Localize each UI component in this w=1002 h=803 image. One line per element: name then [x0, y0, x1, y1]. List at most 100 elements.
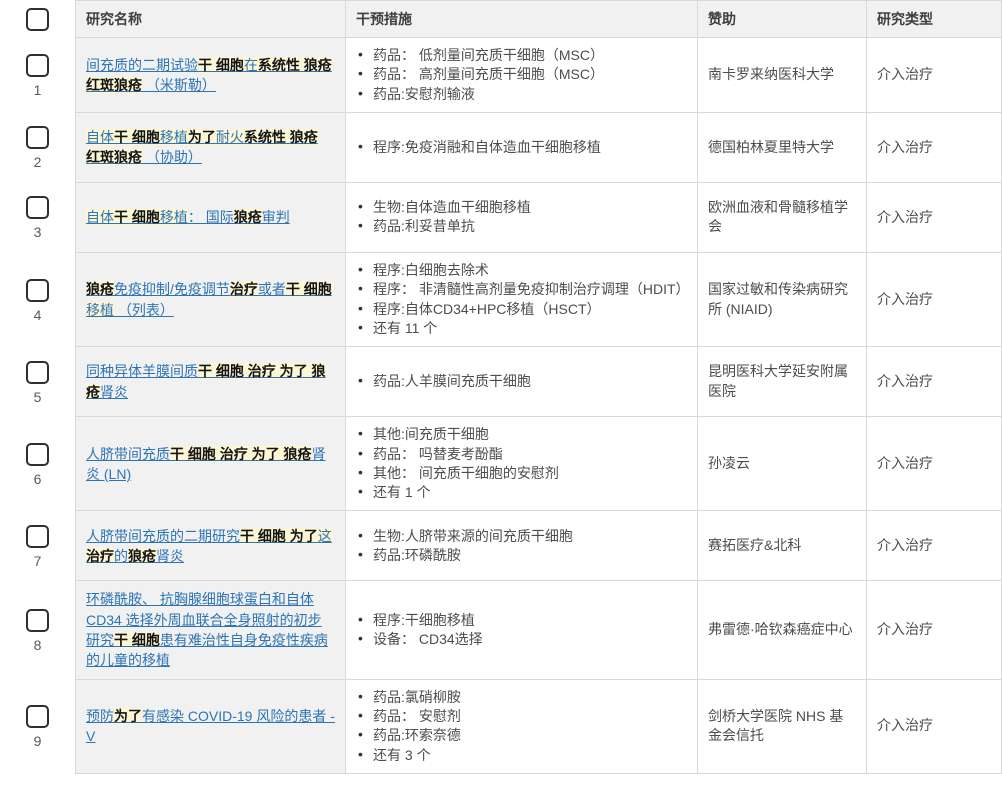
row-number: 4	[34, 308, 42, 322]
row-checkbox[interactable]	[26, 609, 49, 632]
row-checkbox[interactable]	[26, 126, 49, 149]
interventions-cell: 药品： 低剂量间充质干细胞（MSC）药品： 高剂量间充质干细胞（MSC）药品:安…	[345, 38, 697, 113]
study-title-link[interactable]: 预防为了有感染 COVID-19 风险的患者 -V	[86, 706, 335, 747]
sponsor-name: 赛拓医疗&北科	[708, 536, 801, 556]
title-text: 在	[244, 57, 258, 73]
intervention-item: 生物:人脐带来源的间充质干细胞	[356, 527, 573, 546]
select-all-checkbox[interactable]	[26, 8, 49, 31]
select-all-cell	[0, 0, 75, 38]
table-row: 3 自体干 细胞移植： 国际狼疮审判 生物:自体造血干细胞移植药品:利妥昔单抗欧洲血…	[0, 183, 1002, 253]
study-title-link[interactable]: 狼疮免疫抑制/免疫调节治疗或者干 细胞移植 （列表）	[86, 279, 335, 320]
row-number: 8	[34, 638, 42, 652]
intervention-item: 药品:环磷酰胺	[356, 546, 573, 565]
highlighted-term: 干 细胞	[114, 129, 160, 145]
study-type: 介入治疗	[877, 454, 933, 474]
intervention-item: 程序:干细胞移植	[356, 611, 483, 630]
column-header-study-name: 研究名称	[75, 0, 345, 38]
row-select-cell: 8	[0, 581, 75, 679]
interventions-cell: 其他:间充质干细胞药品： 吗替麦考酚酯其他： 间充质干细胞的安慰剂还有 1 个	[345, 417, 697, 511]
title-text: 同种异体羊膜间质	[86, 363, 198, 379]
title-text: （协助）	[142, 149, 202, 165]
study-title-link[interactable]: 环磷酰胺、 抗胸腺细胞球蛋白和自体 CD34 选择外周血联合全身照射的初步研究干…	[86, 589, 335, 670]
interventions-list: 药品:人羊膜间充质干细胞	[356, 372, 531, 391]
intervention-item: 药品:环索奈德	[356, 726, 461, 745]
intervention-item: 还有 11 个	[356, 319, 687, 338]
study-type: 介入治疗	[877, 372, 933, 392]
interventions-cell: 药品:氯硝柳胺药品： 安慰剂药品:环索奈德还有 3 个	[345, 680, 697, 774]
title-text: 免疫抑制/免疫调节	[114, 281, 230, 297]
intervention-item: 其他： 间充质干细胞的安慰剂	[356, 464, 559, 483]
intervention-item: 药品： 安慰剂	[356, 707, 461, 726]
sponsor-cell: 赛拓医疗&北科	[697, 511, 866, 581]
title-text: ： 国际	[188, 209, 234, 225]
intervention-item: 程序:自体CD34+HPC移植（HSCT）	[356, 300, 687, 319]
highlighted-term: 治疗	[86, 548, 114, 564]
intervention-item: 药品： 高剂量间充质干细胞（MSC）	[356, 65, 604, 84]
row-checkbox[interactable]	[26, 54, 49, 77]
row-checkbox[interactable]	[26, 443, 49, 466]
interventions-cell: 药品:人羊膜间充质干细胞	[345, 347, 697, 417]
row-checkbox[interactable]	[26, 196, 49, 219]
interventions-cell: 程序:免疫消融和自体造血干细胞移植	[345, 113, 697, 183]
row-checkbox[interactable]	[26, 705, 49, 728]
highlighted-term: 干 细胞	[198, 57, 244, 73]
intervention-item: 药品： 低剂量间充质干细胞（MSC）	[356, 46, 604, 65]
row-number: 7	[34, 554, 42, 568]
study-title-link[interactable]: 自体干 细胞移植为了耐火系统性 狼疮 红斑狼疮 （协助）	[86, 127, 335, 168]
intervention-item: 程序:白细胞去除术	[356, 261, 687, 280]
table-row: 7 人脐带间充质的二期研究干 细胞 为了这治疗的狼疮肾炎 生物:人脐带来源的间充质干…	[0, 511, 1002, 581]
row-number: 1	[34, 83, 42, 97]
study-title-link[interactable]: 自体干 细胞移植： 国际狼疮审判	[86, 207, 290, 227]
title-text: 自体	[86, 129, 114, 145]
study-title-link[interactable]: 人脐带间充质干 细胞 治疗 为了 狼疮肾炎 (LN)	[86, 444, 335, 485]
highlighted-term: 干 细胞	[286, 281, 332, 297]
highlighted-term: 治疗	[230, 281, 258, 297]
table-row: 5 同种异体羊膜间质干 细胞 治疗 为了 狼疮肾炎 药品:人羊膜间充质干细胞 昆明医科…	[0, 347, 1002, 417]
row-number: 6	[34, 472, 42, 486]
row-select-cell: 3	[0, 183, 75, 253]
interventions-cell: 生物:自体造血干细胞移植药品:利妥昔单抗	[345, 183, 697, 253]
sponsor-name: 欧洲血液和骨髓移植学会	[708, 198, 856, 237]
study-type-cell: 介入治疗	[866, 511, 1002, 581]
highlighted-term: 狼疮	[128, 548, 156, 564]
title-text: 审判	[262, 209, 290, 225]
column-header-interventions: 干预措施	[345, 0, 697, 38]
intervention-item: 药品： 吗替麦考酚酯	[356, 445, 559, 464]
title-text: （米斯勒）	[142, 77, 216, 93]
study-name-cell: 自体干 细胞移植为了耐火系统性 狼疮 红斑狼疮 （协助）	[75, 113, 345, 183]
study-name-cell: 间充质的二期试验干 细胞在系统性 狼疮 红斑狼疮 （米斯勒）	[75, 38, 345, 113]
table-body: 1间充质的二期试验干 细胞在系统性 狼疮 红斑狼疮 （米斯勒）药品： 低剂量间充…	[0, 38, 1002, 774]
study-type-cell: 介入治疗	[866, 680, 1002, 774]
sponsor-name: 德国柏林夏里特大学	[708, 138, 834, 158]
trials-table: 研究名称 干预措施 赞助 研究类型 1间充质的二期试验干 细胞在系统性 狼疮 红…	[0, 0, 1002, 774]
study-title-link[interactable]: 人脐带间充质的二期研究干 细胞 为了这治疗的狼疮肾炎	[86, 526, 335, 567]
row-checkbox[interactable]	[26, 279, 49, 302]
table-row: 9 预防为了有感染 COVID-19 风险的患者 -V药品:氯硝柳胺药品： 安慰剂…	[0, 680, 1002, 774]
highlighted-term: 干 细胞 治疗 为了 狼疮	[170, 446, 312, 462]
sponsor-name: 昆明医科大学延安附属医院	[708, 362, 856, 401]
study-title-link[interactable]: 同种异体羊膜间质干 细胞 治疗 为了 狼疮肾炎	[86, 361, 335, 402]
row-select-cell: 5	[0, 347, 75, 417]
row-checkbox[interactable]	[26, 361, 49, 384]
study-name-cell: 狼疮免疫抑制/免疫调节治疗或者干 细胞移植 （列表）	[75, 253, 345, 347]
highlighted-term: 狼疮	[234, 209, 262, 225]
highlighted-term: 狼疮	[86, 281, 114, 297]
study-type-cell: 介入治疗	[866, 581, 1002, 679]
study-name-cell: 自体干 细胞移植： 国际狼疮审判	[75, 183, 345, 253]
study-type: 介入治疗	[877, 716, 933, 736]
row-select-cell: 9	[0, 680, 75, 774]
sponsor-name: 南卡罗来纳医科大学	[708, 65, 834, 85]
sponsor-cell: 弗雷德·哈钦森癌症中心	[697, 581, 866, 679]
sponsor-cell: 孙凌云	[697, 417, 866, 511]
table-row: 1间充质的二期试验干 细胞在系统性 狼疮 红斑狼疮 （米斯勒）药品： 低剂量间充…	[0, 38, 1002, 113]
study-type: 介入治疗	[877, 290, 933, 310]
sponsor-name: 孙凌云	[708, 454, 750, 474]
sponsor-cell: 昆明医科大学延安附属医院	[697, 347, 866, 417]
study-type: 介入治疗	[877, 536, 933, 556]
study-title-link[interactable]: 间充质的二期试验干 细胞在系统性 狼疮 红斑狼疮 （米斯勒）	[86, 55, 335, 96]
row-checkbox[interactable]	[26, 525, 49, 548]
table-row: 8 环磷酰胺、 抗胸腺细胞球蛋白和自体 CD34 选择外周血联合全身照射的初步研究…	[0, 581, 1002, 679]
study-name-cell: 预防为了有感染 COVID-19 风险的患者 -V	[75, 680, 345, 774]
row-select-cell: 4	[0, 253, 75, 347]
row-select-cell: 6	[0, 417, 75, 511]
